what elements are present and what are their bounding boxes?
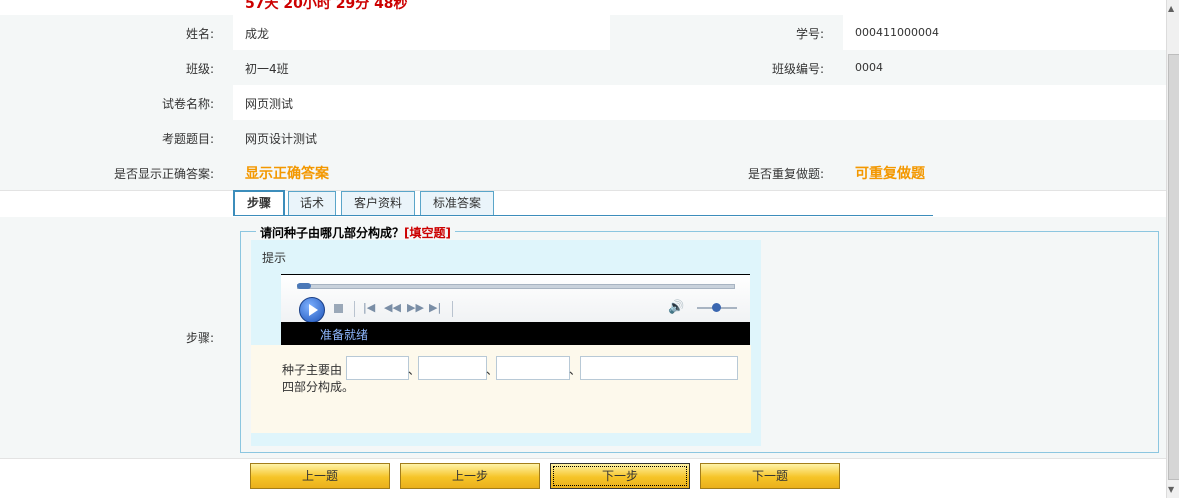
class-no-label: 班级编号: <box>771 62 824 76</box>
player-status-bar: 准备就绪 <box>281 322 750 345</box>
step-label: 步骤: <box>185 331 214 345</box>
paper-label: 试卷名称: <box>161 97 214 111</box>
scroll-down-icon[interactable]: ▼ <box>1168 485 1174 494</box>
hint-text: 提示 <box>262 251 287 265</box>
blank-input-4[interactable] <box>580 356 738 380</box>
tab-customer-info[interactable]: 客户资料 <box>341 191 415 215</box>
question-legend: 请问种子由哪几部分构成？[填空题] <box>256 224 455 241</box>
class-no-value: 0004 <box>855 61 883 74</box>
stop-icon[interactable] <box>334 304 343 313</box>
tab-underline <box>233 215 933 216</box>
student-id-label: 学号: <box>795 27 824 41</box>
repeat-label: 是否重复做题: <box>747 167 824 181</box>
sentence-start: 种子主要由 <box>282 363 343 377</box>
tab-steps[interactable]: 步骤 <box>233 190 285 215</box>
blank-input-2[interactable] <box>418 356 487 380</box>
seek-bar[interactable] <box>297 284 735 289</box>
skip-back-icon[interactable]: |◀ <box>363 301 375 314</box>
class-value: 初一4班 <box>245 62 289 76</box>
fast-forward-icon[interactable]: ▶▶ <box>407 301 424 314</box>
media-player: |◀ ◀◀ ▶▶ ▶| 🔊 准备就绪 <box>281 274 750 345</box>
paper-value: 网页测试 <box>245 97 294 111</box>
skip-forward-icon[interactable]: ▶| <box>429 301 441 314</box>
blank-input-3[interactable] <box>496 356 570 380</box>
timer-text: 57天 20小时 29分 48秒 <box>245 0 408 12</box>
topic-label: 考题题目: <box>161 132 214 146</box>
timer-row: 57天 20小时 29分 48秒 <box>0 0 1166 16</box>
play-icon[interactable] <box>299 297 325 323</box>
prev-step-button[interactable]: 上一步 <box>400 463 540 489</box>
prev-question-button[interactable]: 上一题 <box>250 463 390 489</box>
show-answer-label: 是否显示正确答案: <box>113 167 214 181</box>
info-row-class: 班级: 初一4班 班级编号: 0004 <box>0 50 1166 86</box>
scroll-up-icon[interactable]: ▲ <box>1168 4 1174 13</box>
player-status-text: 准备就绪 <box>320 328 369 342</box>
rewind-icon[interactable]: ◀◀ <box>384 301 401 314</box>
show-answer-value: 显示正确答案 <box>245 166 329 182</box>
repeat-value: 可重复做题 <box>855 166 925 182</box>
next-step-button[interactable]: 下一步 <box>550 463 690 489</box>
blank-input-1[interactable] <box>346 356 409 380</box>
info-row-topic: 考题题目: 网页设计测试 <box>0 120 1166 156</box>
volume-icon[interactable]: 🔊 <box>668 300 684 315</box>
name-label: 姓名: <box>185 27 214 41</box>
volume-handle[interactable] <box>712 303 721 312</box>
vertical-scrollbar[interactable]: ▲ ▼ <box>1166 0 1179 498</box>
tab-script[interactable]: 话术 <box>288 191 336 215</box>
sentence-end: 四部分构成。 <box>282 380 355 394</box>
scrollbar-thumb[interactable] <box>1168 54 1179 480</box>
info-row-name: 姓名: 成龙 学号: 000411000004 <box>0 15 1166 51</box>
student-id-value: 000411000004 <box>855 26 939 39</box>
class-label: 班级: <box>185 62 214 76</box>
topic-value: 网页设计测试 <box>245 132 318 146</box>
tab-standard-answer[interactable]: 标准答案 <box>420 191 494 215</box>
name-value: 成龙 <box>245 27 270 41</box>
question-type: [填空题] <box>404 226 451 240</box>
info-row-paper: 试卷名称: 网页测试 <box>0 85 1166 121</box>
seek-handle[interactable] <box>297 283 311 289</box>
next-question-button[interactable]: 下一题 <box>700 463 840 489</box>
question-text: 请问种子由哪几部分构成？ <box>260 226 405 240</box>
info-row-options: 是否显示正确答案: 显示正确答案 是否重复做题: 可重复做题 <box>0 155 1166 191</box>
